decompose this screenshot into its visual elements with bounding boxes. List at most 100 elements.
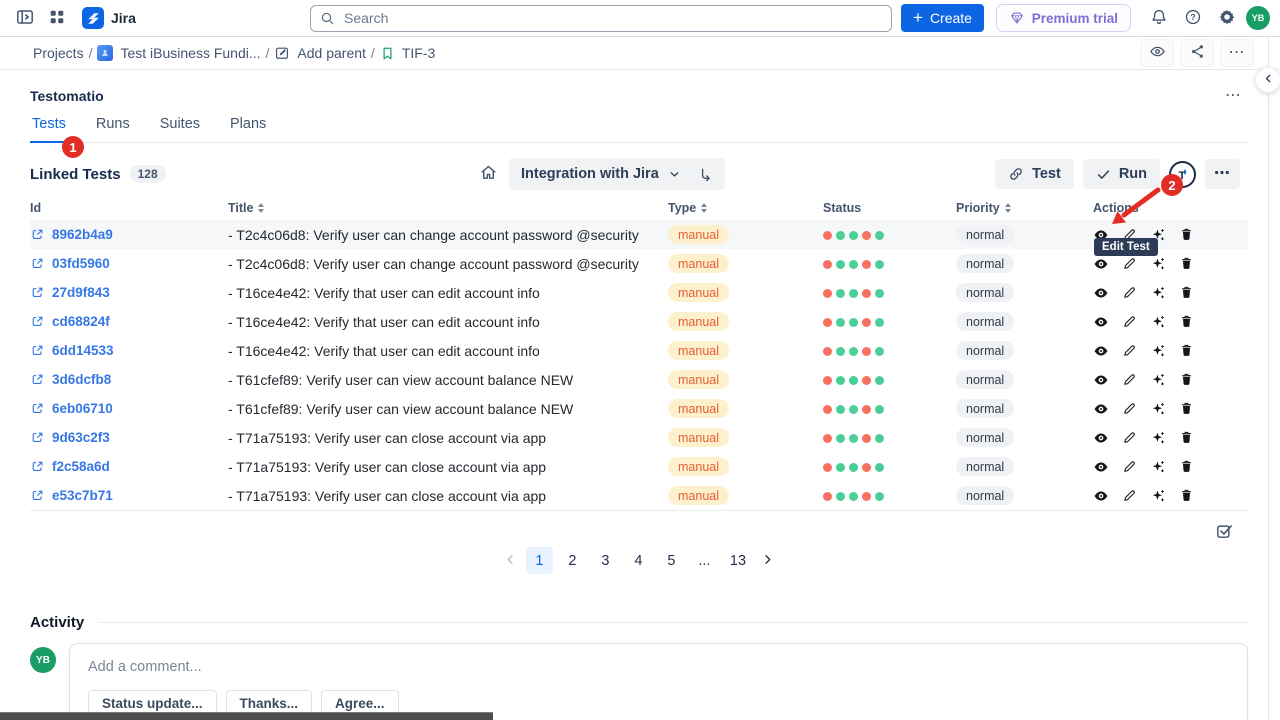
delete-test-button[interactable] <box>1179 430 1194 445</box>
more-actions-button[interactable]: ⋯ <box>1220 39 1254 67</box>
edit-test-button[interactable] <box>1122 488 1137 503</box>
external-link-icon[interactable] <box>30 343 45 358</box>
test-id-link[interactable]: 27d9f843 <box>52 285 110 300</box>
home-button[interactable] <box>479 163 498 185</box>
prev-page-button[interactable] <box>501 552 520 570</box>
ai-sparkles-button[interactable] <box>1150 430 1166 446</box>
help-button[interactable]: ? <box>1178 4 1208 32</box>
view-test-button[interactable] <box>1093 372 1109 388</box>
delete-test-button[interactable] <box>1179 488 1194 503</box>
edit-test-button[interactable] <box>1122 314 1137 329</box>
edit-test-button[interactable] <box>1122 430 1137 445</box>
view-test-button[interactable] <box>1093 430 1109 446</box>
ai-sparkles-button[interactable] <box>1150 314 1166 330</box>
settings-button[interactable] <box>1212 4 1242 32</box>
notifications-button[interactable] <box>1144 4 1174 32</box>
panel-tab[interactable]: Runs <box>94 116 132 143</box>
toolbar-more-button[interactable]: ⋯ <box>1205 159 1240 189</box>
test-id-link[interactable]: cd68824f <box>52 314 110 329</box>
delete-test-button[interactable] <box>1179 227 1194 242</box>
collapse-panel-button[interactable] <box>1255 67 1280 93</box>
view-test-button[interactable] <box>1093 488 1109 504</box>
panel-more-button[interactable]: ⋯ <box>1219 86 1248 106</box>
external-link-icon[interactable] <box>30 401 45 416</box>
edit-test-button[interactable] <box>1122 256 1137 271</box>
external-link-icon[interactable] <box>30 430 45 445</box>
comment-box[interactable]: Add a comment... Status update...Thanks.… <box>69 643 1248 720</box>
export-button[interactable] <box>1215 521 1234 543</box>
link-test-button[interactable]: Test <box>995 159 1074 189</box>
next-page-button[interactable] <box>758 552 777 570</box>
ai-sparkles-button[interactable] <box>1150 401 1166 417</box>
edit-test-button[interactable] <box>1122 372 1137 387</box>
col-header-priority[interactable]: Priority <box>956 201 1093 215</box>
test-id-link[interactable]: 03fd5960 <box>52 256 110 271</box>
delete-test-button[interactable] <box>1179 314 1194 329</box>
share-button[interactable] <box>1180 39 1214 67</box>
delete-test-button[interactable] <box>1179 256 1194 271</box>
test-id-link[interactable]: 8962b4a9 <box>52 227 113 242</box>
create-button[interactable]: + Create <box>901 4 984 32</box>
external-link-icon[interactable] <box>30 256 45 271</box>
breadcrumb-issue[interactable]: TIF-3 <box>380 45 435 61</box>
col-header-title[interactable]: Title <box>228 201 668 215</box>
test-id-link[interactable]: 6dd14533 <box>52 343 114 358</box>
test-id-link[interactable]: e53c7b71 <box>52 488 113 503</box>
ai-sparkles-button[interactable] <box>1150 285 1166 301</box>
external-link-icon[interactable] <box>30 488 45 503</box>
page-button[interactable]: 4 <box>625 547 652 574</box>
premium-trial-button[interactable]: Premium trial <box>996 4 1131 32</box>
suite-selector-dropdown[interactable]: Integration with Jira <box>509 158 725 190</box>
delete-test-button[interactable] <box>1179 372 1194 387</box>
view-test-button[interactable] <box>1093 401 1109 417</box>
external-link-icon[interactable] <box>30 372 45 387</box>
test-id-link[interactable]: 9d63c2f3 <box>52 430 110 445</box>
edit-test-button[interactable] <box>1122 343 1137 358</box>
branch-icon[interactable] <box>698 167 713 182</box>
page-button[interactable]: 2 <box>559 547 586 574</box>
test-id-link[interactable]: 6eb06710 <box>52 401 113 416</box>
ai-sparkles-button[interactable] <box>1150 372 1166 388</box>
search-input[interactable] <box>342 9 882 27</box>
view-test-button[interactable] <box>1093 285 1109 301</box>
ai-sparkles-button[interactable] <box>1150 343 1166 359</box>
page-button[interactable]: 1 <box>526 547 553 574</box>
jira-logo[interactable]: Jira <box>82 7 136 29</box>
breadcrumb-project[interactable]: Test iBusiness Fundi... <box>97 45 260 61</box>
user-avatar[interactable]: YB <box>1246 6 1270 30</box>
col-header-type[interactable]: Type <box>668 201 823 215</box>
panel-tab[interactable]: Suites <box>158 116 202 143</box>
view-test-button[interactable] <box>1093 343 1109 359</box>
breadcrumb-projects[interactable]: Projects <box>33 45 84 61</box>
delete-test-button[interactable] <box>1179 459 1194 474</box>
page-button[interactable]: ... <box>691 547 718 574</box>
external-link-icon[interactable] <box>30 459 45 474</box>
view-test-button[interactable] <box>1093 459 1109 475</box>
page-button[interactable]: 3 <box>592 547 619 574</box>
test-id-link[interactable]: 3d6dcfb8 <box>52 372 111 387</box>
view-test-button[interactable] <box>1093 256 1109 272</box>
watch-button[interactable] <box>1140 39 1174 67</box>
ai-sparkles-button[interactable] <box>1150 488 1166 504</box>
panel-tab[interactable]: Plans <box>228 116 268 143</box>
external-link-icon[interactable] <box>30 285 45 300</box>
edit-test-button[interactable] <box>1122 285 1137 300</box>
add-parent-button[interactable]: Add parent <box>274 45 366 61</box>
edit-test-button[interactable] <box>1122 401 1137 416</box>
ai-sparkles-button[interactable] <box>1150 256 1166 272</box>
edit-test-button[interactable] <box>1122 459 1137 474</box>
page-button[interactable]: 5 <box>658 547 685 574</box>
sidebar-toggle-button[interactable] <box>10 4 40 32</box>
run-button[interactable]: Run <box>1083 159 1160 189</box>
app-switcher-button[interactable] <box>42 4 72 32</box>
test-id-link[interactable]: f2c58a6d <box>52 459 110 474</box>
panel-tab[interactable]: Tests <box>30 116 68 143</box>
view-test-button[interactable] <box>1093 314 1109 330</box>
ai-sparkles-button[interactable] <box>1150 459 1166 475</box>
page-button[interactable]: 13 <box>724 547 752 574</box>
external-link-icon[interactable] <box>30 314 45 329</box>
delete-test-button[interactable] <box>1179 285 1194 300</box>
col-header-id[interactable]: Id <box>30 201 228 215</box>
delete-test-button[interactable] <box>1179 401 1194 416</box>
external-link-icon[interactable] <box>30 227 45 242</box>
